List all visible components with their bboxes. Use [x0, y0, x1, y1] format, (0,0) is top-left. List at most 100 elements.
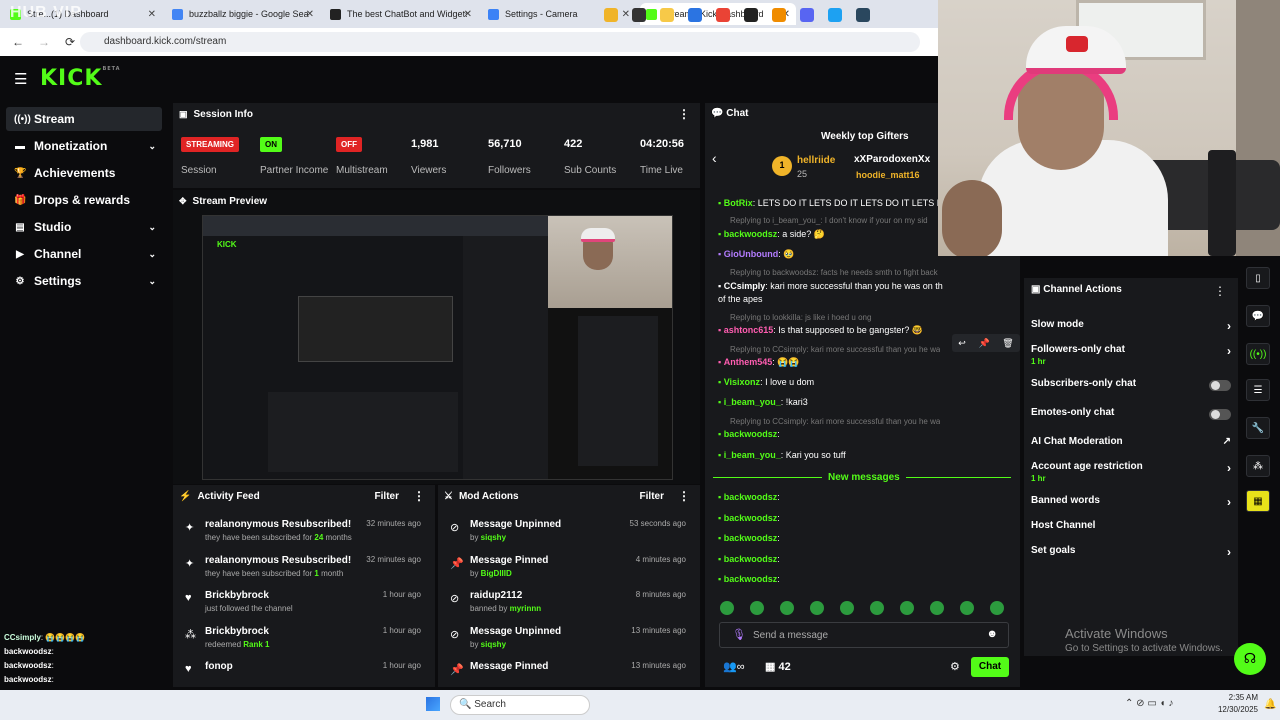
channel-action-ai-chat-moderation[interactable]: AI Chat Moderation ↗ — [1031, 436, 1231, 447]
chat-username[interactable]: backwoodsz — [724, 492, 778, 502]
rail-layout-button[interactable]: ☰ — [1246, 379, 1270, 401]
chat-username[interactable]: BotRix — [724, 198, 753, 208]
chat-username[interactable]: Visixonz — [724, 377, 760, 387]
support-button[interactable]: ☊ — [1234, 643, 1266, 675]
chat-username[interactable]: backwoodsz — [724, 513, 778, 523]
activity-row[interactable]: ✦ realanonymous Resubscribed! they have be… — [173, 553, 433, 589]
activity-menu-icon[interactable]: ⋮ — [413, 489, 425, 503]
chat-message[interactable]: ▪ Anthem545: 😭😭 — [718, 357, 943, 371]
chevron-right-icon[interactable]: › — [1227, 344, 1231, 358]
chat-message[interactable]: ▪ BotRix: LETS DO IT LETS DO IT LETS DO … — [718, 198, 943, 212]
chat-message[interactable]: ▪ ashtonc615: Is that supposed to be gan… — [718, 325, 943, 339]
chat-username[interactable]: backwoodsz — [724, 229, 778, 239]
taskbar-app-icon[interactable] — [604, 8, 618, 22]
channel-action-slow-mode[interactable]: Slow mode › — [1031, 319, 1231, 333]
sidebar-item-stream[interactable]: ((•)) Stream — [6, 107, 162, 131]
activity-row[interactable]: ♥ Brickbybrock just followed the channel 1 … — [173, 588, 433, 624]
chat-username[interactable]: ashtonc615 — [724, 325, 774, 335]
hamburger-menu-icon[interactable]: ☰ — [14, 70, 27, 88]
session-menu-icon[interactable]: ⋮ — [678, 107, 690, 121]
chat-settings-icon[interactable]: ⚙ — [950, 660, 960, 673]
rail-broadcast-button[interactable]: ((•)) — [1246, 343, 1270, 365]
mod-row[interactable]: ⊘ Message Unpinned by siqshy 13 minutes ago — [438, 624, 698, 660]
rail-chat-button[interactable]: 💬 — [1246, 305, 1270, 327]
chat-message[interactable]: ▪ backwoodsz: — [718, 574, 943, 588]
status-badge[interactable]: ON — [260, 137, 282, 152]
sidebar-item-monetization[interactable]: ▬ Monetization ⌄ — [6, 134, 162, 158]
chat-message[interactable]: ▪ backwoodsz: — [718, 533, 943, 547]
taskbar-app-icon[interactable] — [800, 8, 814, 22]
emoji-icon[interactable]: ☻ — [986, 628, 998, 640]
channel-action-account-age-restriction[interactable]: Account age restriction 1 hr › — [1031, 461, 1231, 483]
chat-username[interactable]: backwoodsz — [724, 533, 778, 543]
chevron-down-icon[interactable]: ⌄ — [148, 249, 156, 260]
emote-icon[interactable] — [840, 601, 854, 615]
taskbar-app-icon[interactable] — [856, 8, 870, 22]
sidebar-item-drops-rewards[interactable]: 🎁 Drops & rewards — [6, 188, 162, 212]
taskbar-app-icon[interactable] — [716, 8, 730, 22]
emote-icon[interactable] — [870, 601, 884, 615]
emote-icon[interactable] — [990, 601, 1004, 615]
status-badge[interactable]: OFF — [336, 137, 362, 152]
taskbar-app-icon[interactable] — [772, 8, 786, 22]
taskbar-search[interactable]: 🔍 Search — [450, 695, 590, 715]
channel-action-banned-words[interactable]: Banned words › — [1031, 495, 1231, 509]
channel-actions-menu-icon[interactable]: ⋮ — [1214, 284, 1226, 298]
taskbar-app-icon[interactable] — [660, 8, 674, 22]
chat-message[interactable]: ▪ Visixonz: I love u dom — [718, 377, 943, 391]
chat-username[interactable]: GioUnbound — [724, 249, 778, 259]
rail-session-button[interactable]: ▯ — [1246, 267, 1270, 289]
chat-send-button[interactable]: Chat — [971, 657, 1009, 677]
rail-wrench-button[interactable]: 🔧 — [1246, 417, 1270, 439]
taskbar-app-icon[interactable] — [744, 8, 758, 22]
chat-message[interactable]: ▪ backwoodsz: — [718, 492, 943, 506]
chat-message[interactable]: ▪ backwoodsz: — [718, 554, 943, 568]
browser-tab[interactable]: The best ChatBot and Widgets ✕ — [324, 3, 478, 25]
tab-close-icon[interactable]: ✕ — [464, 9, 472, 20]
channel-action-subscribers-only-chat[interactable]: Subscribers-only chat — [1031, 378, 1231, 391]
activity-row[interactable]: ✦ realanonymous Resubscribed! they have be… — [173, 517, 433, 553]
new-messages-label[interactable]: New messages — [822, 472, 906, 483]
tab-close-icon[interactable]: ✕ — [306, 9, 314, 20]
pin-message-icon[interactable]: 📌 — [978, 338, 989, 349]
delete-icon[interactable]: 🗑 — [1002, 338, 1013, 349]
channel-action-emotes-only-chat[interactable]: Emotes-only chat — [1031, 407, 1231, 420]
browser-tab[interactable]: buzzballz biggie - Google Sear ✕ — [166, 3, 320, 25]
chat-username[interactable]: backwoodsz — [724, 554, 778, 564]
toggle-switch[interactable] — [1209, 380, 1231, 391]
mic-icon[interactable]: 🎙 — [732, 628, 746, 641]
url-input[interactable]: dashboard.kick.com/stream — [80, 32, 920, 52]
chat-message[interactable]: ▪ backwoodsz: — [718, 513, 943, 527]
activity-filter-button[interactable]: Filter — [375, 491, 399, 502]
chevron-right-icon[interactable]: › — [1227, 545, 1231, 559]
mod-row[interactable]: ⊘ raidup2112 banned by myrinnn 8 minutes ag… — [438, 588, 698, 624]
chat-message[interactable]: ▪ CCsimply: kari more successful than yo… — [718, 281, 943, 295]
notification-icon[interactable]: 🔔 — [1264, 699, 1276, 710]
taskbar-app-icon[interactable] — [632, 8, 646, 22]
emote-icon[interactable] — [720, 601, 734, 615]
chat-message[interactable]: ▪ i_beam_you_: Kari you so tuff — [718, 450, 943, 464]
chat-username[interactable]: i_beam_you_ — [724, 450, 781, 460]
chat-message[interactable]: ▪ backwoodsz: — [718, 429, 943, 443]
gifters-back-icon[interactable]: ‹ — [712, 150, 717, 166]
rail-users-button[interactable]: ⁂ — [1246, 455, 1270, 477]
sidebar-item-settings[interactable]: ⚙ Settings ⌄ — [6, 269, 162, 293]
tab-close-icon[interactable]: ✕ — [148, 9, 156, 20]
mod-filter-button[interactable]: Filter — [640, 491, 664, 502]
channel-action-set-goals[interactable]: Set goals › — [1031, 545, 1231, 559]
channel-action-host-channel[interactable]: Host Channel — [1031, 520, 1231, 531]
chevron-down-icon[interactable]: ⌄ — [148, 276, 156, 287]
emote-icon[interactable] — [810, 601, 824, 615]
chat-message[interactable]: ▪ i_beam_you_: !kari3 — [718, 397, 943, 411]
emote-icon[interactable] — [900, 601, 914, 615]
taskbar-app-icon[interactable] — [688, 8, 702, 22]
chat-username[interactable]: i_beam_you_ — [724, 397, 781, 407]
start-icon[interactable] — [426, 697, 440, 711]
back-icon[interactable]: ← — [10, 35, 26, 49]
channel-action-followers-only-chat[interactable]: Followers-only chat 1 hr › — [1031, 344, 1231, 366]
forward-icon[interactable]: → — [36, 35, 52, 49]
chat-message[interactable]: ▪ backwoodsz: a side? 🤔 — [718, 229, 943, 243]
kick-logo[interactable]: KICKBETA — [40, 66, 121, 91]
sidebar-item-studio[interactable]: ▤ Studio ⌄ — [6, 215, 162, 239]
emote-icon[interactable] — [780, 601, 794, 615]
